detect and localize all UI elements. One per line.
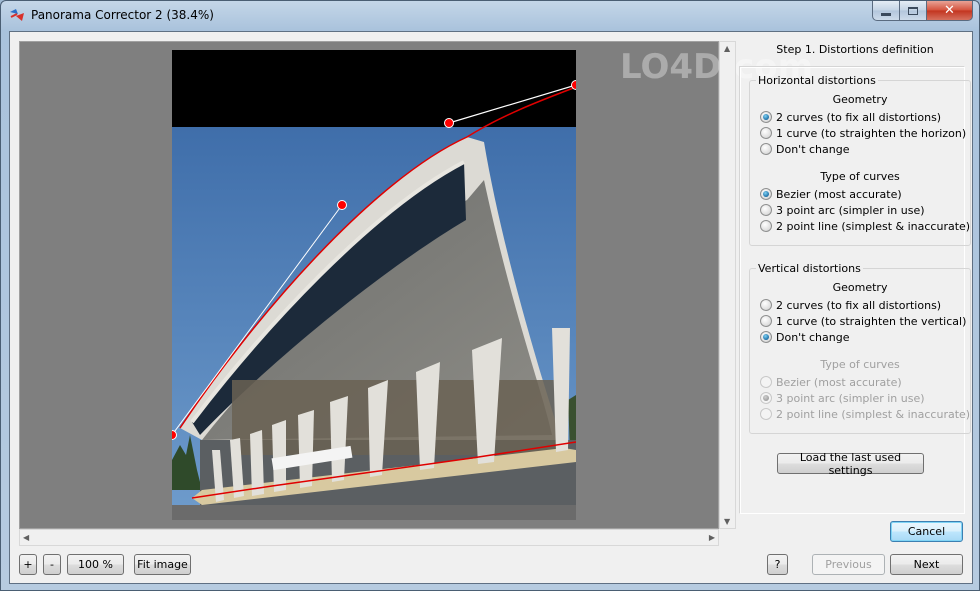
radio-checked-icon[interactable] <box>760 188 772 200</box>
title-bar[interactable]: Panorama Corrector 2 (38.4%) ✕ <box>1 1 979 31</box>
next-button[interactable]: Next <box>890 554 963 575</box>
radio-checked-icon[interactable] <box>760 331 772 343</box>
radio-checked-icon <box>760 392 772 404</box>
radio-unchecked-icon[interactable] <box>760 127 772 139</box>
scroll-left-icon[interactable]: ◀ <box>23 533 29 542</box>
scroll-corner <box>719 529 736 546</box>
vertical-geometry-option[interactable]: 2 curves (to fix all distortions) <box>750 297 970 313</box>
horizontal-curve-type-option[interactable]: 3 point arc (simpler in use) <box>750 202 970 218</box>
radio-checked-icon[interactable] <box>760 111 772 123</box>
load-last-settings-button[interactable]: Load the last used settings <box>777 451 924 477</box>
scroll-down-icon[interactable]: ▼ <box>724 517 730 526</box>
scroll-right-icon[interactable]: ▶ <box>709 533 715 542</box>
step-title: Step 1. Distortions definition <box>776 43 934 56</box>
photo-svg <box>172 50 576 520</box>
vertical-curve-type-option: 2 point line (simplest & inaccurate) <box>750 406 970 422</box>
horizontal-distortions-legend: Horizontal distortions <box>758 74 876 87</box>
previous-button[interactable]: Previous <box>812 554 885 575</box>
control-handle-left-mid[interactable] <box>337 200 347 210</box>
client-area: LO4D.com ▲ ▼ ◀ ▶ Step 1. Distortions def… <box>9 31 973 584</box>
black-border-area <box>172 50 576 127</box>
ground <box>172 505 576 520</box>
close-icon: ✕ <box>944 3 955 18</box>
horizontal-geometry-option-label: 2 curves (to fix all distortions) <box>776 110 942 124</box>
horizontal-curve-type-option-label: Bezier (most accurate) <box>776 187 902 201</box>
horizontal-geometry-option[interactable]: Don't change <box>750 141 970 157</box>
vertical-geometry-option-label: Don't change <box>776 330 850 344</box>
control-handle-top-mid[interactable] <box>444 118 454 128</box>
horizontal-geometry-option[interactable]: 1 curve (to straighten the horizon) <box>750 125 970 141</box>
window-title: Panorama Corrector 2 (38.4%) <box>31 8 214 22</box>
image-viewport[interactable]: LO4D.com <box>19 41 813 529</box>
vertical-geometry-option-label: 2 curves (to fix all distortions) <box>776 298 942 312</box>
app-window: Panorama Corrector 2 (38.4%) ✕ LO4D.com … <box>0 0 980 591</box>
app-logo-icon <box>10 9 24 21</box>
radio-unchecked-icon[interactable] <box>760 143 772 155</box>
vertical-curves-label: Type of curves <box>820 358 900 371</box>
help-button[interactable]: ? <box>767 554 788 575</box>
maximize-button[interactable] <box>900 1 927 21</box>
horizontal-geometry-option-label: Don't change <box>776 142 850 156</box>
close-button[interactable]: ✕ <box>927 1 973 21</box>
vertical-geometry-option-label: 1 curve (to straighten the vertical) <box>776 314 967 328</box>
zoom-in-button[interactable]: + <box>19 554 37 575</box>
zoom-level-button[interactable]: 100 % <box>67 554 124 575</box>
radio-unchecked-icon[interactable] <box>760 204 772 216</box>
vertical-geometry-option[interactable]: Don't change <box>750 329 970 345</box>
radio-unchecked-icon <box>760 376 772 388</box>
horizontal-scrollbar[interactable]: ◀ ▶ <box>19 529 719 546</box>
radio-unchecked-icon[interactable] <box>760 299 772 311</box>
horizontal-curve-type-option[interactable]: Bezier (most accurate) <box>750 186 970 202</box>
horizontal-geometry-label: Geometry <box>832 93 888 106</box>
horizontal-geometry-option-label: 1 curve (to straighten the horizon) <box>776 126 967 140</box>
vertical-curve-type-option-label: 3 point arc (simpler in use) <box>776 391 925 405</box>
radio-unchecked-icon[interactable] <box>760 220 772 232</box>
horizontal-curve-type-option-label: 3 point arc (simpler in use) <box>776 203 925 217</box>
zoom-out-button[interactable]: - <box>43 554 61 575</box>
control-handle-left-end[interactable] <box>172 430 177 440</box>
radio-unchecked-icon <box>760 408 772 420</box>
vertical-curve-type-option: 3 point arc (simpler in use) <box>750 390 970 406</box>
vertical-curve-type-option: Bezier (most accurate) <box>750 374 970 390</box>
maximize-icon <box>908 6 918 15</box>
control-handle-top-end[interactable] <box>571 80 577 90</box>
scroll-up-icon[interactable]: ▲ <box>724 44 730 53</box>
vertical-geometry-option[interactable]: 1 curve (to straighten the vertical) <box>750 313 970 329</box>
vertical-scrollbar[interactable]: ▲ ▼ <box>719 41 736 529</box>
cancel-button[interactable]: Cancel <box>890 521 963 542</box>
vertical-distortions-legend: Vertical distortions <box>758 262 861 275</box>
photo-canvas[interactable] <box>172 50 576 520</box>
horizontal-geometry-option[interactable]: 2 curves (to fix all distortions) <box>750 109 970 125</box>
vertical-curve-type-option-label: Bezier (most accurate) <box>776 375 902 389</box>
horizontal-curve-type-option[interactable]: 2 point line (simplest & inaccurate) <box>750 218 970 234</box>
radio-unchecked-icon[interactable] <box>760 315 772 327</box>
minimize-icon <box>881 13 891 16</box>
minimize-button[interactable] <box>872 1 900 21</box>
horizontal-curve-type-option-label: 2 point line (simplest & inaccurate) <box>776 219 971 233</box>
horizontal-curves-label: Type of curves <box>820 170 900 183</box>
fit-image-button[interactable]: Fit image <box>134 554 191 575</box>
vertical-geometry-label: Geometry <box>832 281 888 294</box>
horizontal-distortions-group: Horizontal distortions Geometry 2 curves… <box>749 74 972 246</box>
vertical-curve-type-option-label: 2 point line (simplest & inaccurate) <box>776 407 971 421</box>
vertical-distortions-group: Vertical distortions Geometry 2 curves (… <box>749 262 972 434</box>
